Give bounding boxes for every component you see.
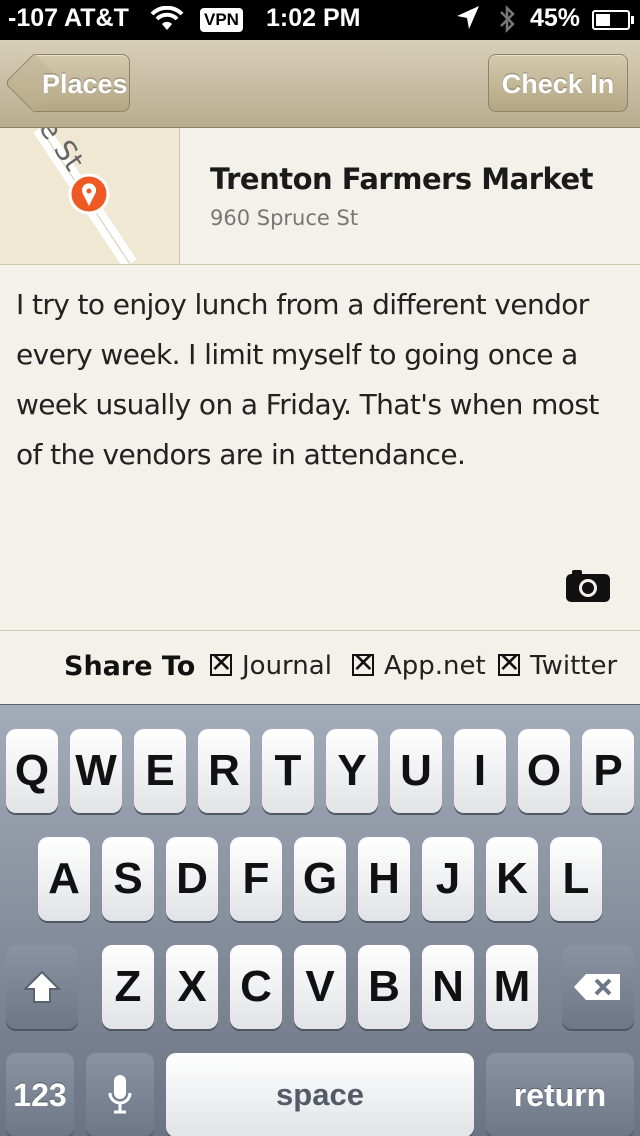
share-option-twitter[interactable]: Twitter [498, 648, 618, 685]
back-button-label: Places [42, 69, 128, 99]
keyboard: Q W E R T Y U I O P A S D F G H J K L Z … [0, 704, 640, 1136]
key-c[interactable]: C [230, 945, 282, 1029]
wifi-icon [150, 5, 184, 39]
key-h[interactable]: H [358, 837, 410, 921]
delete-key[interactable] [562, 945, 634, 1029]
status-bar: -107 AT&T VPN 1:02 PM 45% [0, 0, 640, 40]
dictation-key[interactable] [86, 1053, 154, 1136]
place-name: Trenton Farmers Market [210, 162, 594, 196]
checkbox-checked-icon [498, 648, 521, 679]
key-d[interactable]: D [166, 837, 218, 921]
backspace-icon [574, 974, 620, 1000]
space-key[interactable]: space [166, 1053, 474, 1136]
place-header: e St Trenton Farmers Market 960 Spruce S… [0, 128, 640, 265]
key-v[interactable]: V [294, 945, 346, 1029]
share-option-label: Twitter [530, 651, 618, 681]
share-bar: Share To Journal App.net Twitter [0, 630, 640, 704]
battery-percent: 45% [530, 4, 581, 32]
share-option-appnet[interactable]: App.net [352, 648, 486, 685]
checkbox-checked-icon [352, 648, 375, 679]
key-t[interactable]: T [262, 729, 314, 813]
key-l[interactable]: L [550, 837, 602, 921]
key-r[interactable]: R [198, 729, 250, 813]
key-s[interactable]: S [102, 837, 154, 921]
key-q[interactable]: Q [6, 729, 58, 813]
shift-key[interactable] [6, 945, 78, 1029]
key-m[interactable]: M [486, 945, 538, 1029]
numbers-key[interactable]: 123 [6, 1053, 74, 1136]
bluetooth-icon [496, 4, 518, 41]
location-arrow-icon [455, 4, 481, 39]
key-j[interactable]: J [422, 837, 474, 921]
checkbox-checked-icon [210, 648, 233, 679]
carrier-label: -107 AT&T [8, 4, 129, 32]
navigation-bar: Places Check In [0, 40, 640, 128]
shift-arrow-icon [22, 970, 62, 1003]
key-p[interactable]: P [582, 729, 634, 813]
camera-icon[interactable] [566, 568, 610, 602]
key-y[interactable]: Y [326, 729, 378, 813]
key-g[interactable]: G [294, 837, 346, 921]
key-u[interactable]: U [390, 729, 442, 813]
key-i[interactable]: I [454, 729, 506, 813]
share-option-label: App.net [384, 651, 486, 681]
key-z[interactable]: Z [102, 945, 154, 1029]
map-street-label: e St [32, 128, 91, 177]
key-n[interactable]: N [422, 945, 474, 1029]
back-button[interactable]: Places [4, 53, 130, 113]
place-address: 960 Spruce St [210, 206, 359, 230]
share-to-label: Share To [64, 651, 196, 682]
clock: 1:02 PM [266, 4, 361, 32]
key-w[interactable]: W [70, 729, 122, 813]
key-o[interactable]: O [518, 729, 570, 813]
key-a[interactable]: A [38, 837, 90, 921]
key-b[interactable]: B [358, 945, 410, 1029]
map-pin-icon [68, 173, 110, 215]
key-f[interactable]: F [230, 837, 282, 921]
map-thumbnail[interactable]: e St [0, 128, 180, 264]
microphone-icon [108, 1075, 132, 1114]
battery-icon [592, 10, 634, 30]
note-text-area[interactable]: I try to enjoy lunch from a different ve… [16, 280, 628, 480]
vpn-badge: VPN [200, 8, 243, 32]
key-x[interactable]: X [166, 945, 218, 1029]
check-in-button[interactable]: Check In [488, 54, 628, 112]
share-option-label: Journal [242, 651, 332, 681]
key-e[interactable]: E [134, 729, 186, 813]
key-k[interactable]: K [486, 837, 538, 921]
return-key[interactable]: return [486, 1053, 634, 1136]
share-option-journal[interactable]: Journal [210, 648, 332, 685]
